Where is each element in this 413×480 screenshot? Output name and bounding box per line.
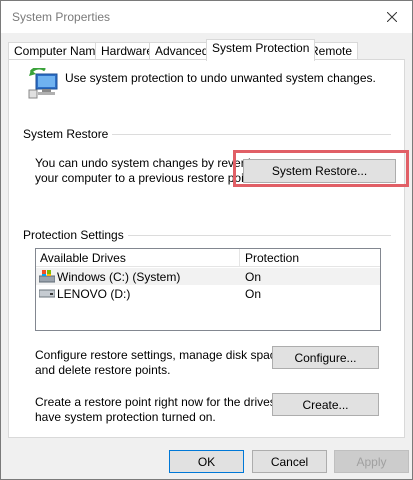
- drives-list-header: Available Drives Protection: [36, 249, 380, 267]
- drive-row-d[interactable]: LENOVO (D:) On: [36, 285, 380, 302]
- create-button[interactable]: Create...: [272, 393, 379, 416]
- system-protection-icon: [28, 68, 58, 99]
- protection-settings-divider: [128, 235, 391, 236]
- column-protection[interactable]: Protection: [245, 251, 299, 265]
- create-description-line1: Create a restore point right now for the…: [35, 395, 300, 409]
- tab-strip: Computer Name Hardware Advanced System P…: [8, 39, 405, 61]
- configure-button[interactable]: Configure...: [272, 346, 379, 369]
- drives-list[interactable]: Available Drives Protection Windows (C:)…: [35, 248, 381, 331]
- drive-name: LENOVO (D:): [57, 287, 131, 301]
- protection-settings-group-label: Protection Settings: [23, 228, 124, 242]
- system-restore-divider: [112, 134, 391, 135]
- tab-computer-name[interactable]: Computer Name: [8, 42, 109, 60]
- drive-row-c[interactable]: Windows (C:) (System) On: [36, 268, 380, 285]
- system-restore-button[interactable]: System Restore...: [243, 159, 396, 183]
- intro-text: Use system protection to undo unwanted s…: [65, 71, 376, 85]
- column-available-drives[interactable]: Available Drives: [40, 251, 126, 265]
- drive-icon: [39, 289, 55, 298]
- cancel-button[interactable]: Cancel: [252, 450, 327, 473]
- tab-panel: Use system protection to undo unwanted s…: [8, 59, 409, 438]
- configure-description-line1: Configure restore settings, manage disk …: [35, 348, 286, 362]
- system-restore-group-label: System Restore: [23, 127, 109, 141]
- title-bar: System Properties: [1, 1, 412, 33]
- ok-button[interactable]: OK: [169, 450, 244, 473]
- configure-description-line2: and delete restore points.: [35, 363, 171, 377]
- system-restore-description-line1: You can undo system changes by reverting: [35, 156, 265, 170]
- drive-protection-status: On: [245, 287, 262, 301]
- drive-name: Windows (C:) (System): [57, 270, 181, 284]
- apply-button[interactable]: Apply: [334, 450, 409, 473]
- tab-system-protection[interactable]: System Protection: [206, 39, 316, 61]
- system-restore-description-line2: your computer to a previous restore poin…: [35, 171, 258, 185]
- window-title: System Properties: [12, 10, 111, 24]
- close-icon: [387, 12, 397, 22]
- close-button[interactable]: [380, 5, 404, 29]
- system-properties-window: System Properties Computer Name Hardware…: [0, 0, 413, 480]
- system-drive-icon: [39, 270, 55, 283]
- column-separator: [239, 249, 240, 267]
- drive-protection-status: On: [245, 270, 262, 284]
- tab-advanced[interactable]: Advanced: [149, 42, 215, 60]
- create-description-line2: have system protection turned on.: [35, 410, 216, 424]
